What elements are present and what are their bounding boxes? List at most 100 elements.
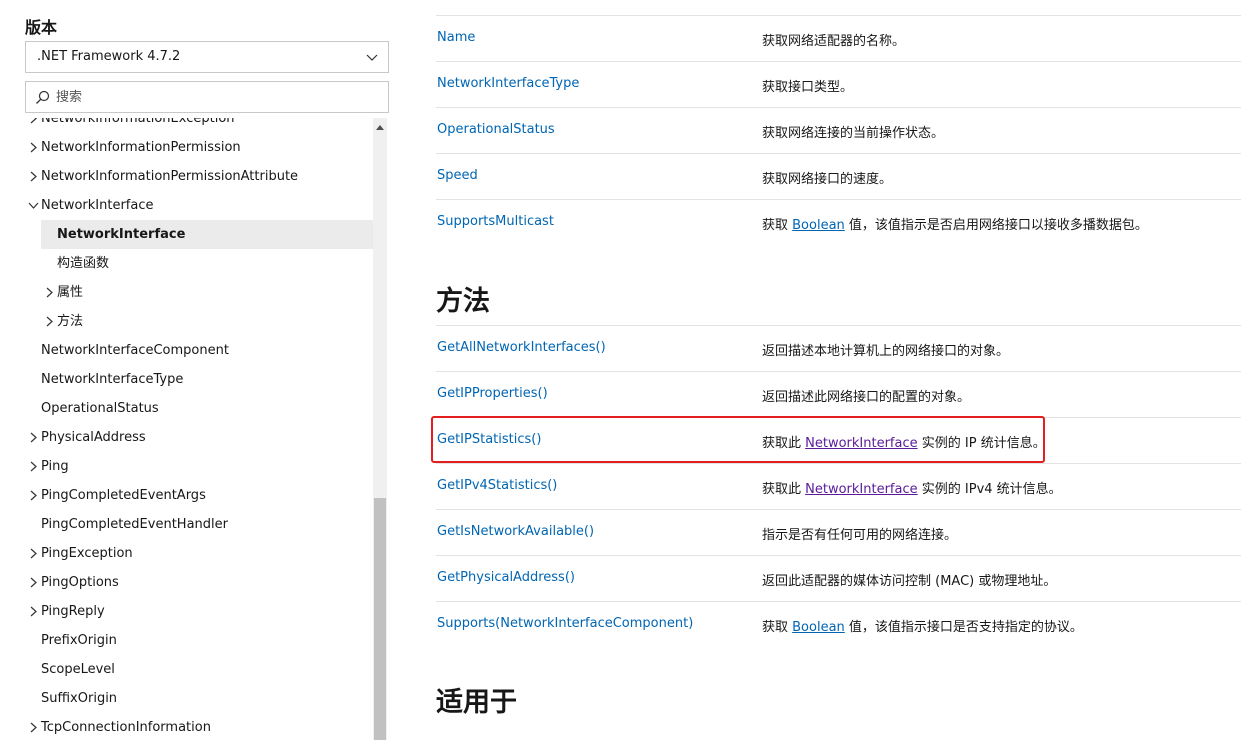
toc-item[interactable]: NetworkInterface [25,191,373,220]
table-row: Name 获取网络适配器的名称。 [436,15,1241,61]
member-link[interactable]: SupportsMulticast [437,214,554,229]
chevron-right-icon[interactable] [28,490,39,501]
toc-item[interactable]: 构造函数 [25,249,373,278]
member-link[interactable]: NetworkInterfaceType [437,76,579,91]
member-link[interactable]: GetPhysicalAddress() [437,570,575,585]
chevron-right-icon[interactable] [44,316,55,327]
table-row: Supports(NetworkInterfaceComponent) 获取 Bo… [436,601,1241,647]
toc-item-label: Ping [41,459,69,474]
member-description: 返回描述此网络接口的配置的对象。 [762,390,971,405]
member-description: 获取网络连接的当前操作状态。 [762,126,945,141]
toc-item-label: NetworkInformationPermissionAttribute [41,169,299,184]
toc-item-label: OperationalStatus [41,401,159,416]
version-select[interactable]: .NET Framework 4.7.2 [25,41,389,73]
search-box[interactable] [25,81,389,113]
toc-list: NetworkInformationException NetworkInform… [25,118,373,740]
chevron-right-icon[interactable] [28,548,39,559]
member-description: 获取 Boolean 值，该值指示是否启用网络接口以接收多播数据包。 [762,214,1148,233]
toc-item[interactable]: OperationalStatus [25,394,373,423]
toc-item[interactable]: NetworkInterface [41,220,373,249]
chevron-down-icon [366,54,378,61]
version-label: 版本 [25,18,58,37]
description-text: 获取此 [762,482,806,497]
toc-item-label: PrefixOrigin [41,633,117,648]
member-link[interactable]: GetAllNetworkInterfaces() [437,340,606,355]
type-link[interactable]: Boolean [792,620,845,635]
member-link[interactable]: Speed [437,168,478,183]
scroll-up-arrow-icon[interactable] [376,125,384,130]
toc-item-label: NetworkInterfaceComponent [41,343,229,358]
toc-item[interactable]: Ping [25,452,373,481]
table-row: SupportsMulticast 获取 Boolean 值，该值指示是否启用网络… [436,199,1241,245]
toc-item-label: 属性 [57,285,84,300]
type-link[interactable]: NetworkInterface [805,482,917,497]
sidebar: 版本 .NET Framework 4.7.2 NetworkInformati… [0,0,400,740]
table-row: GetIPProperties() 返回描述此网络接口的配置的对象。 [436,371,1241,417]
member-description: 获取此 NetworkInterface 实例的 IPv4 统计信息。 [762,478,1062,497]
chevron-right-icon[interactable] [28,722,39,733]
toc-item[interactable]: PingException [25,539,373,568]
toc-item[interactable]: PingCompletedEventArgs [25,481,373,510]
main-content: Name 获取网络适配器的名称。 NetworkInterfaceType 获取接口类… [436,0,1241,740]
chevron-right-icon[interactable] [28,171,39,182]
chevron-right-icon[interactable] [28,577,39,588]
toc-item[interactable]: NetworkInformationPermission [25,133,373,162]
toc-item-label: NetworkInformationPermission [41,140,241,155]
toc-tree: NetworkInformationException NetworkInform… [25,118,373,740]
chevron-right-icon[interactable] [44,287,55,298]
table-row: OperationalStatus 获取网络连接的当前操作状态。 [436,107,1241,153]
chevron-right-icon[interactable] [28,432,39,443]
toc-item[interactable]: NetworkInterfaceType [25,365,373,394]
toc-item[interactable]: PingOptions [25,568,373,597]
version-select-value: .NET Framework 4.7.2 [37,49,181,64]
applies-to-heading: 适用于 [436,687,517,718]
toc-item-label: PhysicalAddress [41,430,146,445]
toc-item[interactable]: 方法 [25,307,373,336]
member-description: 获取 Boolean 值，该值指示接口是否支持指定的协议。 [762,616,1083,635]
toc-item[interactable]: TcpConnectionInformation [25,713,373,740]
chevron-right-icon[interactable] [28,461,39,472]
table-row: GetIPv4Statistics() 获取此 NetworkInterface … [436,463,1241,509]
member-description: 获取网络适配器的名称。 [762,34,906,49]
toc-item-label: 构造函数 [57,256,110,271]
toc-item[interactable]: PrefixOrigin [25,626,373,655]
table-row: GetIsNetworkAvailable() 指示是否有任何可用的网络连接。 [436,509,1241,555]
toc-item[interactable]: 属性 [25,278,373,307]
description-text: 值，该值指示接口是否支持指定的协议。 [844,620,1083,635]
toc-item[interactable]: ScopeLevel [25,655,373,684]
chevron-down-icon[interactable] [28,200,39,211]
member-description: 获取接口类型。 [762,80,854,95]
toc-item-label: PingException [41,546,133,561]
toc-item-label: 方法 [57,314,84,329]
member-link[interactable]: GetIPProperties() [437,386,548,401]
table-row: GetAllNetworkInterfaces() 返回描述本地计算机上的网络接口… [436,325,1241,371]
toc-item[interactable]: NetworkInformationException [25,118,373,133]
table-row: Speed 获取网络接口的速度。 [436,153,1241,199]
chevron-right-icon[interactable] [28,606,39,617]
member-link[interactable]: OperationalStatus [437,122,555,137]
chevron-right-icon[interactable] [28,118,39,124]
table-row: GetPhysicalAddress() 返回此适配器的媒体访问控制 (MAC) … [436,555,1241,601]
toc-item[interactable]: PingCompletedEventHandler [25,510,373,539]
member-link[interactable]: Name [437,30,475,45]
toc-item[interactable]: PingReply [25,597,373,626]
toc-item[interactable]: NetworkInformationPermissionAttribute [25,162,373,191]
toc-item[interactable]: NetworkInterfaceComponent [25,336,373,365]
member-link[interactable]: Supports(NetworkInterfaceComponent) [437,616,693,631]
member-description: 获取网络接口的速度。 [762,172,893,187]
search-input[interactable] [56,87,376,107]
member-link[interactable]: GetIPv4Statistics() [437,478,557,493]
toc-item[interactable]: PhysicalAddress [25,423,373,452]
type-link[interactable]: Boolean [792,218,845,233]
member-description: 指示是否有任何可用的网络连接。 [762,528,958,543]
toc-item-label: PingCompletedEventArgs [41,488,206,503]
toc-item[interactable]: SuffixOrigin [25,684,373,713]
toc-scrollbar[interactable] [373,118,387,740]
chevron-right-icon[interactable] [28,142,39,153]
member-link[interactable]: GetIsNetworkAvailable() [437,524,594,539]
table-row: NetworkInterfaceType 获取接口类型。 [436,61,1241,107]
toc-item-label: TcpConnectionInformation [41,720,211,735]
description-text: 实例的 IPv4 统计信息。 [917,482,1062,497]
toc-item-label: NetworkInterfaceType [41,372,184,387]
scrollbar-thumb[interactable] [374,498,386,740]
